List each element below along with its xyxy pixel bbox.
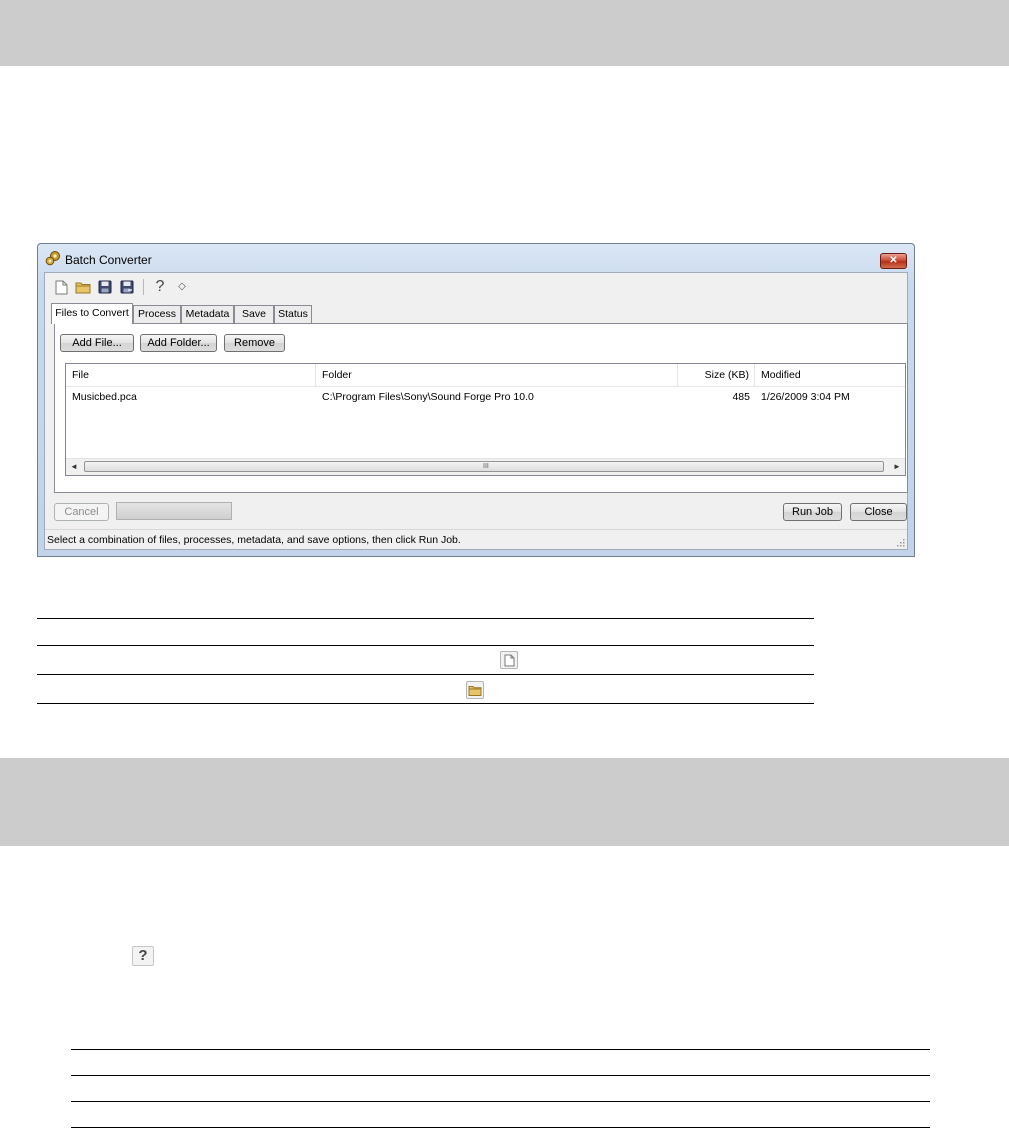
column-header-size[interactable]: Size (KB)	[678, 364, 755, 386]
run-job-button[interactable]: Run Job	[783, 503, 842, 521]
tab-save[interactable]: Save	[234, 305, 274, 323]
table-rule	[71, 1101, 930, 1102]
progress-bar	[116, 502, 232, 520]
close-icon: ✕	[889, 255, 898, 266]
scroll-thumb[interactable]: III	[84, 461, 884, 472]
title-bar: Batch Converter ✕	[38, 244, 914, 269]
table-rule	[37, 674, 814, 675]
status-text: Select a combination of files, processes…	[47, 534, 461, 546]
table-rule	[71, 1049, 930, 1050]
scroll-right-icon[interactable]: ►	[889, 459, 905, 475]
batch-converter-app-icon	[45, 251, 60, 266]
column-header-folder[interactable]: Folder	[316, 364, 678, 386]
list-header: File Folder Size (KB) Modified	[66, 364, 905, 387]
scroll-grip-icon: III	[483, 463, 489, 470]
cell-size: 485	[732, 391, 750, 403]
new-file-icon[interactable]	[53, 279, 69, 295]
scroll-left-icon[interactable]: ◄	[66, 459, 82, 475]
remove-button[interactable]: Remove	[224, 334, 285, 352]
column-header-file[interactable]: File	[66, 364, 316, 386]
column-header-modified[interactable]: Modified	[755, 364, 905, 386]
middle-gray-band	[0, 758, 1009, 846]
table-rule	[71, 1127, 930, 1128]
tab-process[interactable]: Process	[133, 305, 181, 323]
files-list[interactable]: File Folder Size (KB) Modified Musicbed.…	[65, 363, 906, 476]
table-rule	[37, 618, 814, 619]
top-gray-band	[0, 0, 1009, 66]
open-folder-icon[interactable]	[75, 279, 91, 295]
resize-grip-icon[interactable]	[897, 539, 905, 547]
table-row[interactable]: Musicbed.pca C:\Program Files\Sony\Sound…	[66, 387, 905, 407]
add-folder-button[interactable]: Add Folder...	[140, 334, 217, 352]
tab-metadata[interactable]: Metadata	[181, 305, 234, 323]
toolbar-separator	[143, 279, 144, 295]
window-title: Batch Converter	[65, 253, 152, 267]
horizontal-scrollbar[interactable]: ◄ III ►	[66, 458, 905, 475]
cell-file: Musicbed.pca	[72, 391, 137, 403]
open-folder-icon	[466, 681, 484, 699]
help-icon[interactable]: ?	[152, 279, 168, 295]
new-file-icon	[500, 651, 518, 669]
close-button[interactable]: Close	[850, 503, 907, 521]
whats-this-glyph: ◇	[178, 281, 186, 292]
table-rule	[71, 1075, 930, 1076]
tab-files-to-convert[interactable]: Files to Convert	[51, 303, 133, 324]
table-rule	[37, 703, 814, 704]
whats-this-icon[interactable]: ◇	[174, 279, 190, 295]
status-bar: Select a combination of files, processes…	[45, 529, 907, 549]
add-file-button[interactable]: Add File...	[60, 334, 134, 352]
window-close-button[interactable]: ✕	[880, 253, 907, 269]
batch-converter-window: Batch Converter ✕ ? ◇ Files to Convert P…	[37, 243, 915, 557]
cancel-button[interactable]: Cancel	[54, 503, 109, 521]
window-client-area: ? ◇ Files to Convert Process Metadata Sa…	[44, 272, 908, 550]
save-as-icon[interactable]	[119, 279, 135, 295]
help-icon: ?	[132, 946, 154, 966]
cell-folder: C:\Program Files\Sony\Sound Forge Pro 10…	[322, 391, 534, 403]
tab-status[interactable]: Status	[274, 305, 312, 323]
cell-modified: 1/26/2009 3:04 PM	[761, 391, 850, 403]
save-icon[interactable]	[97, 279, 113, 295]
toolbar: ? ◇	[53, 277, 190, 297]
help-glyph: ?	[155, 278, 165, 295]
files-to-convert-panel: Add File... Add Folder... Remove File Fo…	[54, 323, 908, 493]
table-rule	[37, 645, 814, 646]
